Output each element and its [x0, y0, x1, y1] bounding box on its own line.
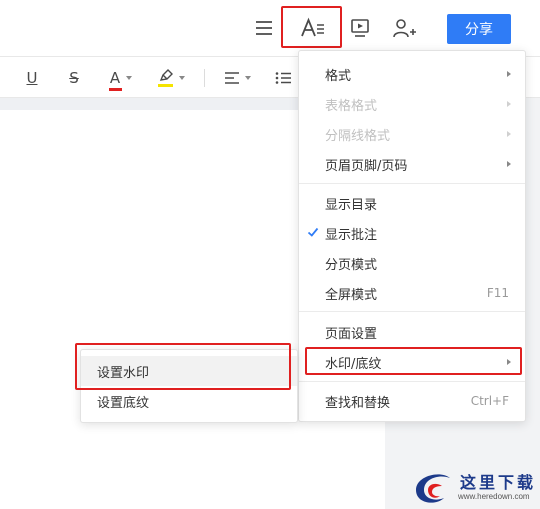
menu-item-label: 查找和替换 [325, 395, 391, 411]
highlight-icon[interactable] [154, 57, 188, 99]
share-button[interactable]: 分享 [447, 14, 511, 44]
highlight-dropdown-icon[interactable] [178, 76, 185, 80]
menu-item-label: 显示目录 [325, 197, 378, 213]
submenu-arrow-icon [507, 161, 511, 167]
menu-icon[interactable] [252, 16, 276, 40]
menu-item-label: 页眉页脚/页码 [325, 158, 408, 174]
top-bar: 分享 [0, 0, 540, 56]
submenu-arrow-icon [507, 359, 511, 365]
format-dropdown-menu: 格式 表格格式 分隔线格式 页眉页脚/页码 显示目录 显示批注 分页模式 全屏模… [298, 50, 526, 422]
strike-glyph: S [69, 69, 79, 87]
menu-item-divider-format: 分隔线格式 [299, 119, 525, 149]
menu-item-fullscreen[interactable]: 全屏模式 F11 [299, 278, 525, 308]
app-window: 分享 U S A 格式 表格格式 分隔线格式 页眉页脚/页码 显示目录 显示批注… [0, 0, 540, 509]
font-color-dropdown-icon[interactable] [126, 76, 133, 80]
menu-item-label: 分隔线格式 [325, 128, 391, 144]
align-dropdown-icon[interactable] [244, 76, 251, 80]
menu-item-label: 表格格式 [325, 98, 378, 114]
site-watermark-logo: 这里下载 www.heredown.com [408, 466, 540, 509]
highlight-glyph [157, 69, 174, 87]
menu-item-label: 页面设置 [325, 326, 378, 342]
menu-shortcut: Ctrl+F [470, 394, 509, 408]
menu-divider [299, 311, 525, 312]
font-color-swatch [108, 88, 122, 91]
menu-item-show-toc[interactable]: 显示目录 [299, 188, 525, 218]
menu-item-header-footer[interactable]: 页眉页脚/页码 [299, 149, 525, 179]
text-format-icon[interactable] [298, 14, 328, 42]
menu-item-find-replace[interactable]: 查找和替换 Ctrl+F [299, 386, 525, 416]
underline-glyph: U [26, 69, 38, 87]
add-user-icon[interactable] [392, 15, 418, 41]
menu-item-watermark-shading[interactable]: 水印/底纹 [299, 347, 525, 377]
watermark-submenu: 设置水印 设置底纹 [80, 349, 298, 423]
menu-item-label: 全屏模式 [325, 287, 378, 303]
menu-shortcut: F11 [486, 286, 509, 300]
align-icon[interactable] [220, 57, 254, 99]
menu-item-page-setup[interactable]: 页面设置 [299, 317, 525, 347]
menu-divider [299, 183, 525, 184]
logo-text: 这里下载 [460, 473, 537, 492]
highlight-swatch [157, 84, 173, 87]
menu-item-label: 显示批注 [325, 227, 378, 243]
font-color-glyph: A [108, 69, 122, 91]
submenu-item-label: 设置底纹 [97, 395, 150, 411]
toolbar-divider [204, 69, 205, 87]
font-color-icon[interactable]: A [104, 57, 138, 99]
menu-item-label: 分页模式 [325, 257, 378, 273]
logo-url: www.heredown.com [458, 492, 530, 501]
font-color-letter: A [109, 69, 121, 87]
list-icon[interactable] [272, 57, 294, 99]
menu-item-label: 水印/底纹 [325, 356, 382, 372]
underline-icon[interactable]: U [20, 57, 44, 99]
menu-item-format[interactable]: 格式 [299, 59, 525, 89]
menu-item-show-comments[interactable]: 显示批注 [299, 218, 525, 248]
menu-item-page-mode[interactable]: 分页模式 [299, 248, 525, 278]
submenu-item-set-shading[interactable]: 设置底纹 [81, 386, 297, 416]
present-icon[interactable] [348, 15, 372, 41]
submenu-arrow-icon [507, 101, 511, 107]
submenu-item-set-watermark[interactable]: 设置水印 [81, 356, 297, 386]
submenu-arrow-icon [507, 71, 511, 77]
strikethrough-icon[interactable]: S [62, 57, 86, 99]
logo-swirl-icon [416, 474, 450, 503]
submenu-arrow-icon [507, 131, 511, 137]
check-icon [307, 227, 319, 237]
menu-item-label: 格式 [325, 68, 352, 84]
submenu-item-label: 设置水印 [97, 365, 150, 381]
menu-divider [299, 381, 525, 382]
menu-item-table-format: 表格格式 [299, 89, 525, 119]
